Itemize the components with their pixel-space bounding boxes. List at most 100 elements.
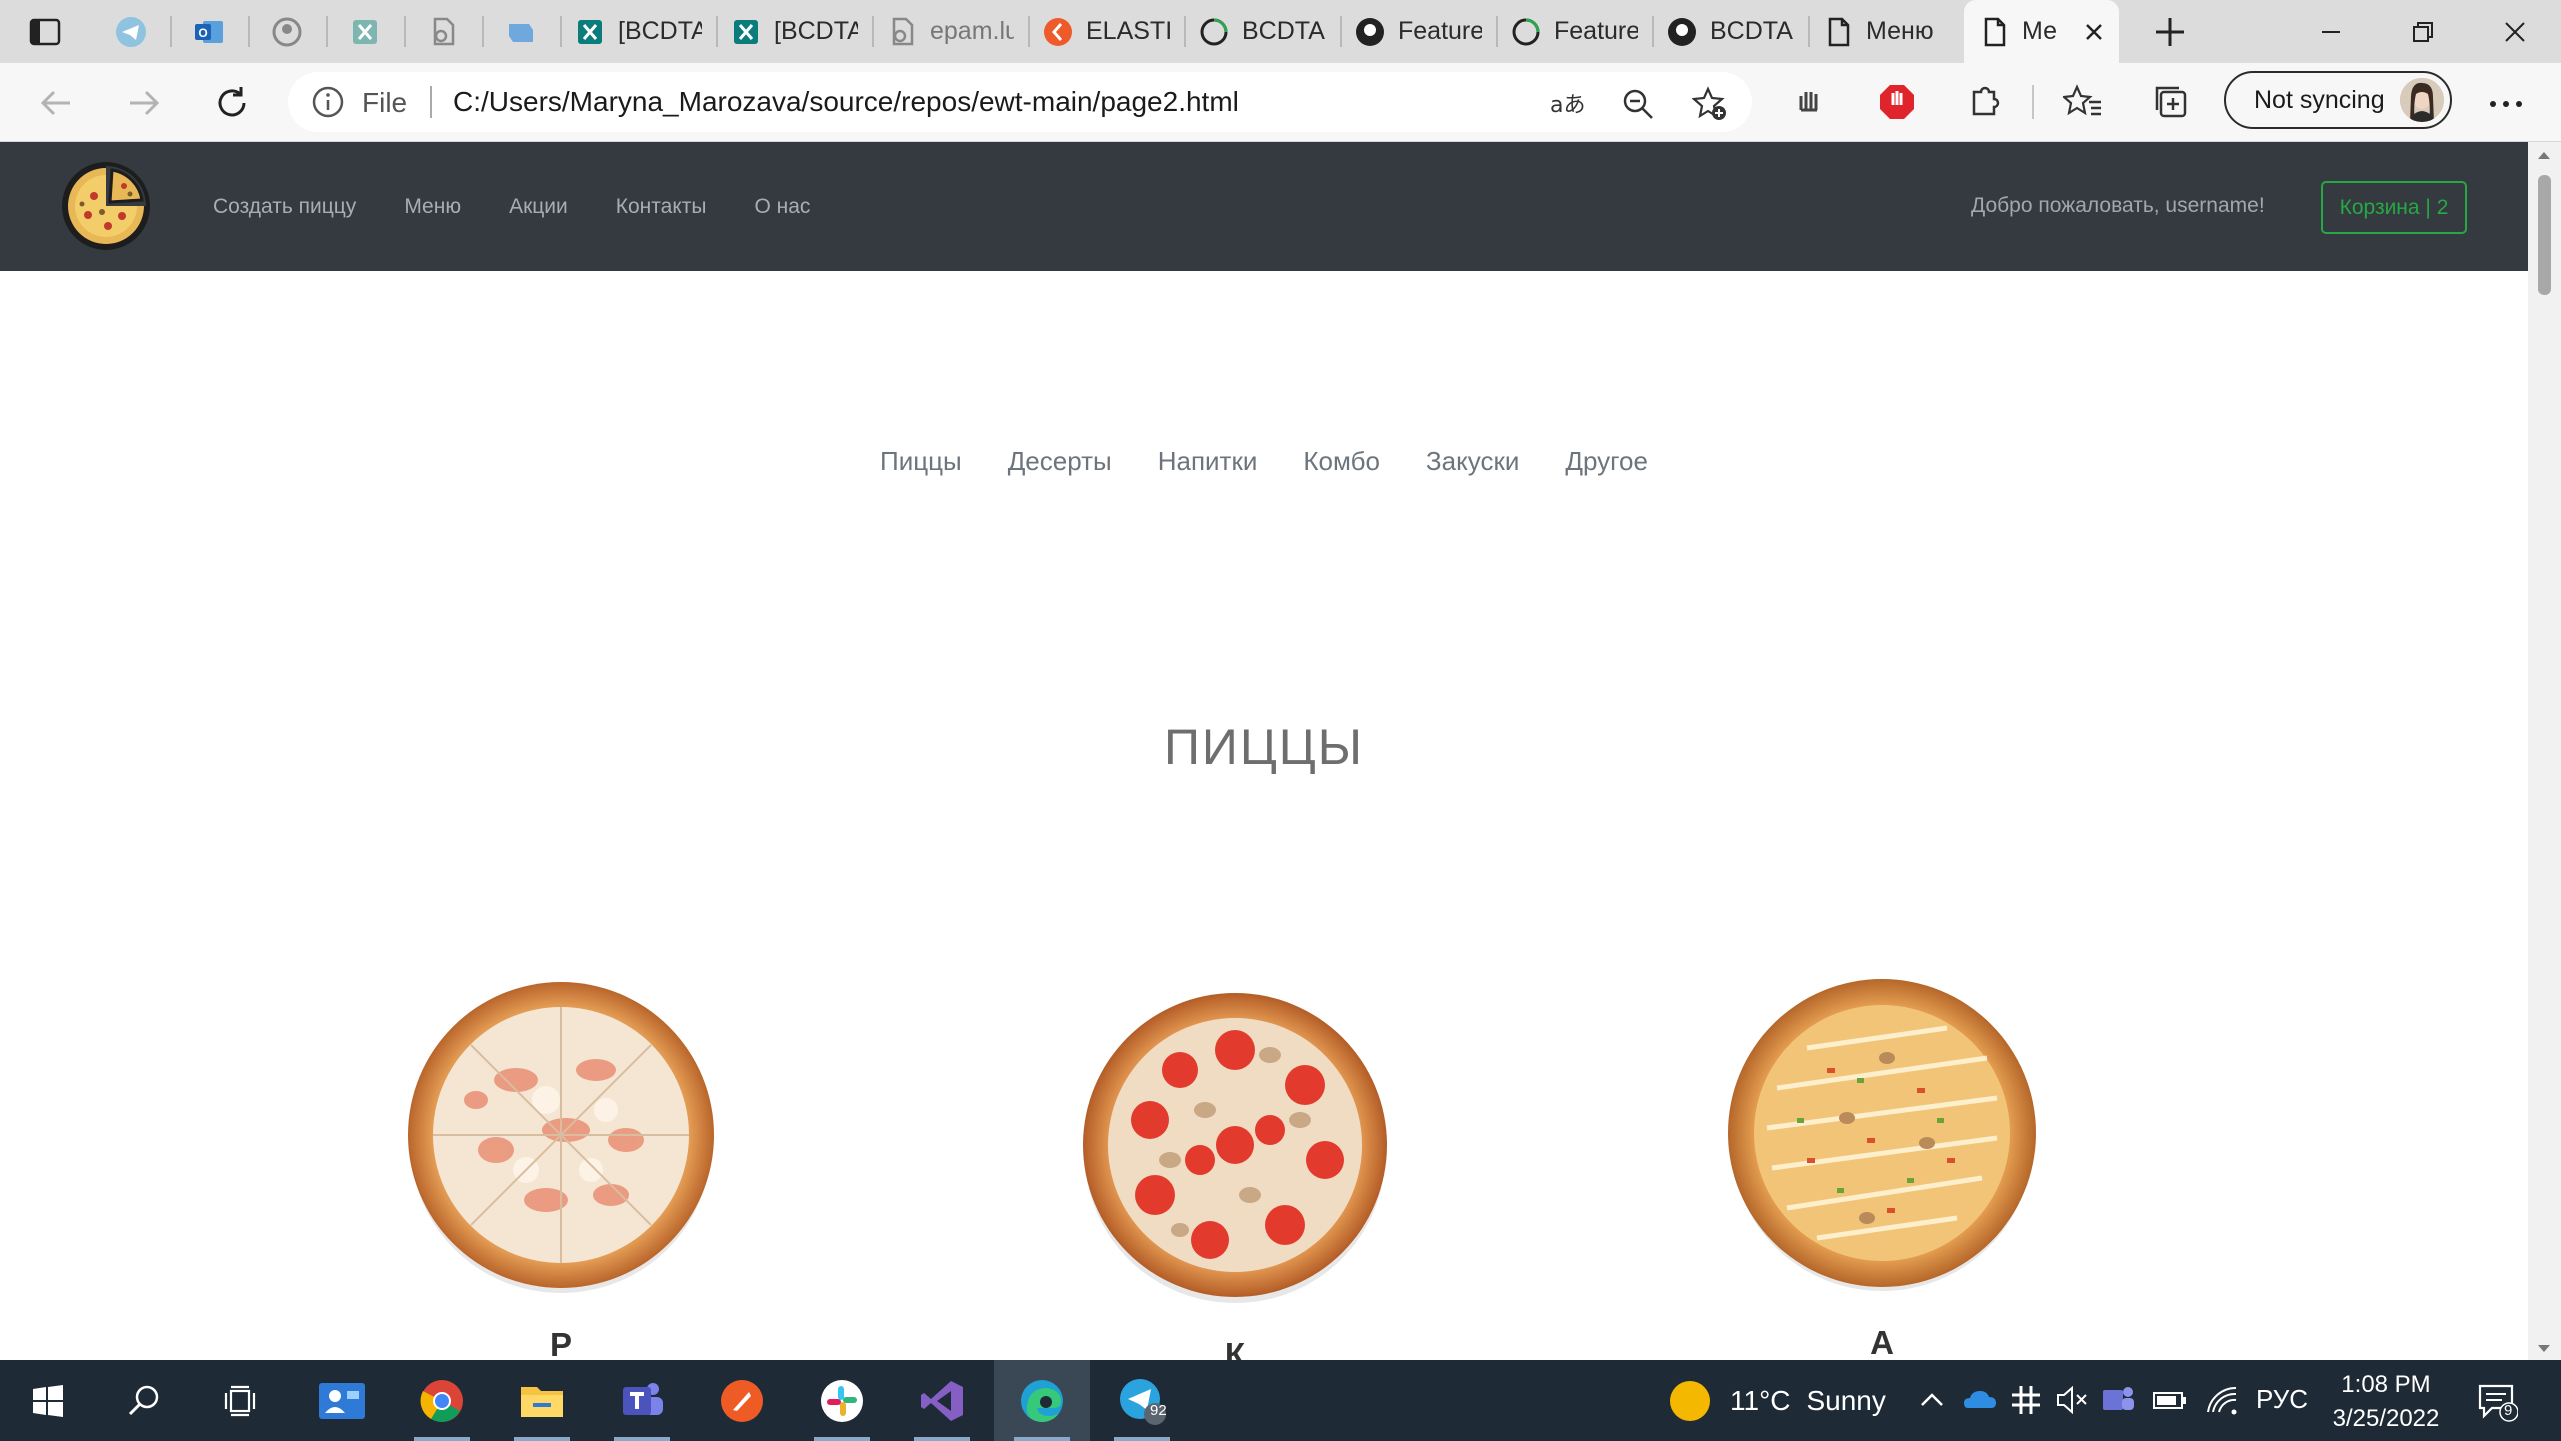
site-info-icon[interactable] [312, 86, 344, 118]
nav-link-promotions[interactable]: Акции [509, 195, 568, 219]
tab-jira-1[interactable]: [BCDTA [560, 0, 716, 63]
tab-title: Меню [1866, 17, 1934, 45]
telegram-icon[interactable]: 92 [1094, 1360, 1190, 1441]
url-text[interactable]: C:/Users/Maryna_Marozava/source/repos/ew… [453, 86, 1239, 118]
weather-temp: 11°C [1730, 1384, 1791, 1416]
product-name[interactable]: Р [396, 1326, 726, 1364]
close-tab-icon[interactable] [2083, 21, 2105, 43]
category-drinks[interactable]: Напитки [1158, 446, 1258, 477]
refresh-icon[interactable] [212, 83, 252, 123]
tab-feature-2[interactable]: Feature [1496, 0, 1652, 63]
tab-pinned-telegram[interactable] [92, 0, 170, 63]
pizza-logo-icon[interactable] [60, 160, 152, 252]
wifi-icon[interactable] [2204, 1382, 2240, 1418]
category-nav: Пиццы Десерты Напитки Комбо Закуски Друг… [0, 446, 2528, 477]
tab-epam[interactable]: epam.lu [872, 0, 1028, 63]
slack-tray-icon[interactable] [2008, 1382, 2044, 1418]
minimize-icon[interactable] [2285, 0, 2377, 63]
scroll-down-icon[interactable] [2537, 1344, 2551, 1354]
postman-icon[interactable] [694, 1360, 790, 1441]
category-combo[interactable]: Комбо [1303, 446, 1380, 477]
collections-icon[interactable] [2151, 82, 2191, 122]
read-aloud-translate-icon[interactable]: aあ [1548, 86, 1584, 122]
zoom-out-icon[interactable] [1620, 86, 1656, 122]
favorites-icon[interactable] [2063, 82, 2103, 122]
more-menu-icon[interactable] [2486, 89, 2526, 119]
volume-muted-icon[interactable] [2054, 1382, 2090, 1418]
battery-icon[interactable] [2152, 1382, 2188, 1418]
site-navbar: Создать пиццу Меню Акции Контакты О нас … [0, 142, 2528, 271]
forward-icon[interactable] [124, 83, 164, 123]
chevron-up-icon[interactable] [1914, 1382, 1950, 1418]
system-clock[interactable]: 1:08 PM 3/25/2022 [2316, 1368, 2456, 1436]
address-bar[interactable]: File C:/Users/Maryna_Marozava/source/rep… [288, 72, 1752, 132]
restore-icon[interactable] [2377, 0, 2469, 63]
tab-bcdtap-github[interactable]: BCDTAP [1652, 0, 1808, 63]
nav-link-about[interactable]: О нас [754, 195, 810, 219]
new-tab-icon[interactable] [2152, 14, 2188, 50]
tab-jira-2[interactable]: [BCDTA [716, 0, 872, 63]
scroll-up-icon[interactable] [2537, 150, 2551, 160]
edge-icon[interactable] [994, 1360, 1090, 1441]
category-desserts[interactable]: Десерты [1008, 446, 1112, 477]
tab-feature-1[interactable]: Feature [1340, 0, 1496, 63]
nav-link-menu[interactable]: Меню [404, 195, 461, 219]
extension-hand-icon[interactable] [1790, 82, 1830, 122]
file-icon [1978, 16, 2010, 48]
tab-pinned-outlook[interactable]: O [170, 0, 248, 63]
product-card[interactable]: К [1070, 980, 1400, 1374]
tab-title: ELASTIC [1086, 17, 1170, 45]
scroll-thumb[interactable] [2538, 175, 2551, 295]
input-language[interactable]: РУС [2256, 1384, 2308, 1415]
adblock-icon[interactable] [1877, 82, 1917, 122]
tab-menu[interactable]: Меню [1808, 0, 1964, 63]
chrome-icon[interactable] [394, 1360, 490, 1441]
back-icon[interactable] [36, 83, 76, 123]
close-window-icon[interactable] [2469, 0, 2561, 63]
notification-count: 9 [2504, 1402, 2513, 1419]
product-card[interactable]: Р [396, 970, 726, 1364]
product-card[interactable]: А [1717, 968, 2047, 1362]
people-app-icon[interactable] [294, 1360, 390, 1441]
notification-icon[interactable]: 9 [2476, 1380, 2518, 1422]
visual-studio-icon[interactable] [894, 1360, 990, 1441]
site-nav-links: Создать пиццу Меню Акции Контакты О нас [213, 142, 858, 271]
search-icon[interactable] [96, 1360, 192, 1441]
teams-icon[interactable] [594, 1360, 690, 1441]
tab-pinned-app[interactable] [482, 0, 560, 63]
tab-actions-icon[interactable] [28, 16, 62, 48]
category-pizzas[interactable]: Пиццы [880, 446, 962, 477]
teams-tray-icon[interactable] [2100, 1382, 2136, 1418]
nav-link-contacts[interactable]: Контакты [616, 195, 707, 219]
onedrive-icon[interactable] [1962, 1382, 1998, 1418]
weather-condition: Sunny [1806, 1384, 1886, 1416]
category-snacks[interactable]: Закуски [1426, 446, 1519, 477]
nav-link-create-pizza[interactable]: Создать пиццу [213, 195, 356, 219]
page-scrollbar[interactable] [2528, 142, 2561, 1360]
tab-pinned-github[interactable] [248, 0, 326, 63]
profile-sync-button[interactable]: Not syncing [2224, 71, 2452, 129]
tab-title: BCDTAP [1710, 17, 1794, 45]
elastic-icon [1042, 16, 1074, 48]
tab-pinned-document-link[interactable] [404, 0, 482, 63]
svg-text:aあ: aあ [1550, 93, 1584, 118]
tab-elastic[interactable]: ELASTIC [1028, 0, 1184, 63]
weather-widget[interactable]: 11°C Sunny [1670, 1360, 1886, 1441]
tab-list: O [BCDTA [BCDTA epam.lu ELASTI BCDTA Fea… [92, 0, 2119, 63]
category-other[interactable]: Другое [1565, 446, 1648, 477]
start-icon[interactable] [0, 1360, 96, 1441]
extensions-icon[interactable] [1964, 82, 2004, 122]
tab-pinned-jira[interactable] [326, 0, 404, 63]
cart-button[interactable]: Корзина | 2 [2321, 181, 2467, 234]
github-icon [1666, 16, 1698, 48]
tab-bcdtap-pr[interactable]: BCDTAP [1184, 0, 1340, 63]
add-favorite-icon[interactable] [1692, 86, 1728, 122]
pizza-image-tomato-mushroom [1083, 993, 1387, 1303]
svg-text:O: O [198, 26, 207, 40]
slack-icon[interactable] [794, 1360, 890, 1441]
product-name[interactable]: А [1717, 1324, 2047, 1362]
file-explorer-icon[interactable] [494, 1360, 590, 1441]
tab-title: Feature [1398, 17, 1482, 45]
tab-active-menu[interactable]: Ме [1964, 0, 2119, 63]
task-view-icon[interactable] [192, 1360, 288, 1441]
